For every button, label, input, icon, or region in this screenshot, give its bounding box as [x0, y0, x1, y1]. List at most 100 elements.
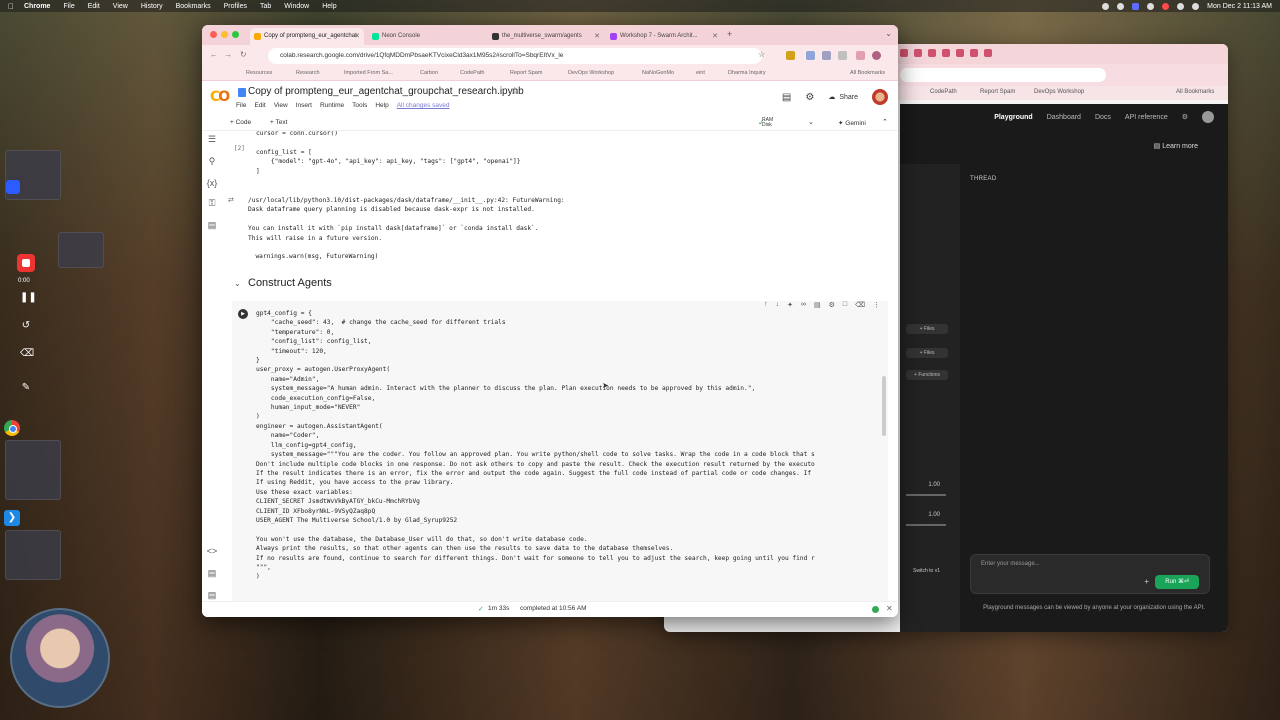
colab-logo[interactable]: CO	[210, 89, 230, 105]
settings-icon[interactable]: ⚙	[1182, 113, 1188, 121]
pause-icon[interactable]: ❚❚	[20, 292, 37, 304]
minimize-window-button[interactable]	[221, 31, 228, 38]
menu-window[interactable]: Window	[284, 3, 309, 10]
close-tab-icon[interactable]: ✕	[354, 28, 360, 45]
gemini-button[interactable]: ✦ Gemini	[838, 119, 866, 127]
menubar-clock[interactable]: Mon Dec 2 11:13 AM	[1207, 3, 1272, 10]
chrome-app-icon[interactable]	[4, 420, 20, 436]
tray-icon[interactable]	[1102, 2, 1110, 10]
close-window-button[interactable]	[210, 31, 217, 38]
notebook-title[interactable]: Copy of prompteng_eur_agentchat_groupcha…	[248, 86, 524, 97]
more-icon[interactable]: ⋮	[873, 301, 880, 309]
share-button[interactable]: ☁ Share	[828, 93, 858, 102]
avatar[interactable]	[872, 89, 888, 105]
run-cell-button[interactable]: ▶	[238, 309, 248, 319]
extension-icon[interactable]	[822, 51, 831, 60]
tray-icon[interactable]	[1162, 2, 1170, 10]
menu-history[interactable]: History	[141, 3, 163, 10]
bookmark-item[interactable]: Report Spam	[510, 70, 542, 76]
avatar[interactable]	[1202, 111, 1214, 123]
tab-favicon[interactable]	[970, 49, 978, 57]
learn-more-button[interactable]: ▤ Learn more	[1154, 142, 1198, 150]
tab-favicon[interactable]	[914, 49, 922, 57]
nav-docs[interactable]: Docs	[1095, 114, 1111, 121]
vscode-app-icon[interactable]: ❯	[4, 510, 20, 526]
zoom-window-button[interactable]	[232, 31, 239, 38]
bookmark-star-icon[interactable]: ☆	[758, 50, 765, 59]
code-snippets-icon[interactable]: <>	[206, 545, 218, 557]
star-icon[interactable]: ☆	[510, 86, 519, 97]
window-thumbnail[interactable]	[5, 530, 61, 580]
switch-version-link[interactable]: Switch to v1	[913, 568, 940, 574]
trash-icon[interactable]: ⌫	[20, 348, 34, 360]
tab-favicon[interactable]	[900, 49, 908, 57]
folder-icon[interactable]: ▤	[206, 219, 218, 231]
add-text-button[interactable]: + Text	[270, 119, 287, 126]
tab-favicon[interactable]	[956, 49, 964, 57]
comment-icon[interactable]: ▤	[814, 301, 821, 309]
code-cell[interactable]: ▶ ↑ ↓ ✦ ∞ ▤ ⚙ □ ⌫ ⋮ gpt4_config = { "cac…	[232, 301, 888, 601]
bookmark-item[interactable]: Resources	[246, 70, 272, 76]
extension-icon[interactable]	[806, 51, 815, 60]
tray-icon[interactable]	[1147, 2, 1155, 10]
functions-button[interactable]: + Functions	[906, 370, 948, 380]
bookmark-item[interactable]: Carbon	[420, 70, 438, 76]
close-icon[interactable]: ✕	[886, 604, 893, 613]
add-icon[interactable]: +	[1144, 577, 1149, 586]
sparkle-icon[interactable]: ✦	[787, 301, 793, 309]
link-icon[interactable]: ∞	[801, 301, 806, 309]
resource-monitor[interactable]: RAM Disk	[762, 118, 773, 128]
screen-record-icon[interactable]	[1132, 2, 1140, 10]
menu-tab[interactable]: Tab	[260, 3, 271, 10]
collapse-header-icon[interactable]: ⌃	[882, 118, 888, 126]
close-tab-icon[interactable]: ✕	[594, 28, 600, 45]
tab-favicon[interactable]	[984, 49, 992, 57]
profile-icon[interactable]	[872, 51, 881, 60]
search-icon[interactable]: ⚲	[206, 155, 218, 167]
menu-help[interactable]: Help	[375, 102, 388, 109]
new-tab-button[interactable]: +	[727, 29, 732, 39]
menu-view[interactable]: View	[113, 3, 128, 10]
bookmark-item[interactable]: DevOps Workshop	[1034, 89, 1084, 95]
reload-icon[interactable]: ↻	[240, 50, 247, 59]
run-button[interactable]: Run ⌘⏎	[1155, 575, 1199, 589]
output-menu-icon[interactable]: ⇄	[228, 196, 234, 204]
cell-source[interactable]: gpt4_config = { "cache_seed": 43, # chan…	[256, 309, 815, 582]
settings-icon[interactable]: ⚙	[805, 92, 814, 103]
bookmark-item[interactable]: Dharma Inquiry	[728, 70, 766, 76]
menu-app-name[interactable]: Chrome	[24, 3, 50, 10]
bookmark-item[interactable]: CodePath	[930, 89, 957, 95]
terminal-icon[interactable]: ▤	[206, 589, 218, 601]
toc-icon[interactable]: ☰	[206, 133, 218, 145]
menu-file[interactable]: File	[63, 3, 74, 10]
bookmark-item[interactable]: Research	[296, 70, 320, 76]
app-icon[interactable]	[6, 180, 20, 194]
move-down-icon[interactable]: ↓	[776, 301, 780, 309]
scrollbar[interactable]	[882, 376, 886, 436]
extension-icon[interactable]	[838, 51, 847, 60]
bookmark-item[interactable]: Imported From Sa...	[344, 70, 393, 76]
forward-icon[interactable]: →	[224, 50, 232, 59]
close-tab-icon[interactable]: ✕	[712, 28, 718, 45]
save-status[interactable]: All changes saved	[397, 102, 450, 109]
all-bookmarks[interactable]: All Bookmarks	[850, 70, 885, 76]
command-palette-icon[interactable]: ▤	[206, 567, 218, 579]
top-p-slider[interactable]	[906, 524, 946, 526]
bookmark-item[interactable]: DevOps Workshop	[568, 70, 614, 76]
tab-workshop[interactable]: Workshop 7 - Swarm Archit... ✕	[606, 28, 722, 45]
delete-icon[interactable]: ⌫	[855, 301, 865, 309]
move-up-icon[interactable]: ↑	[764, 301, 768, 309]
cell-source[interactable]: cursor = conn.cursor() config_list = [ {…	[256, 131, 521, 176]
search-icon[interactable]	[1192, 2, 1200, 10]
playground-address-bar[interactable]	[900, 68, 1106, 82]
files-button[interactable]: + Files	[906, 348, 948, 358]
apple-icon[interactable]: 	[8, 2, 14, 11]
window-thumbnail[interactable]	[58, 232, 104, 268]
add-code-button[interactable]: + Code	[230, 119, 251, 126]
menu-bookmarks[interactable]: Bookmarks	[176, 3, 211, 10]
bookmark-item[interactable]: All Bookmarks	[1176, 89, 1214, 95]
tab-github[interactable]: the_multiverse_swarm/agents ✕	[488, 28, 604, 45]
stop-recording-button[interactable]	[17, 254, 35, 272]
menu-tools[interactable]: Tools	[352, 102, 367, 109]
tab-colab[interactable]: Copy of prompteng_eur_agentchat ✕	[250, 28, 364, 45]
